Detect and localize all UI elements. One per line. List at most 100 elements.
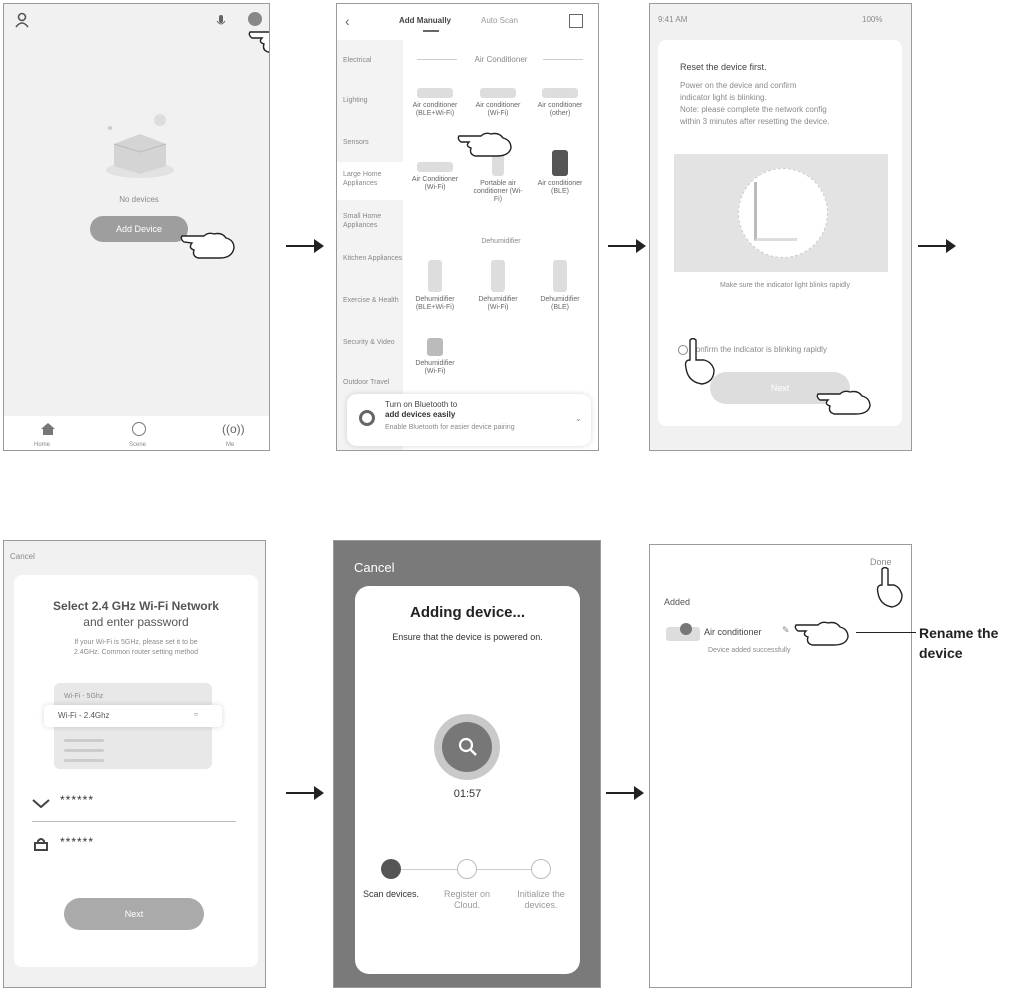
device-status: Device added successfully bbox=[708, 647, 791, 654]
illustration-caption: Make sure the indicator light blinks rap… bbox=[720, 282, 850, 289]
screen-home-empty: No devices Add Device Home Scene ((o)) M… bbox=[3, 3, 270, 451]
wifi-subtitle-2: 2.4GHz. Common router setting method bbox=[73, 649, 199, 656]
screen-device-added: Done Added Air conditioner ✎ Device adde… bbox=[649, 544, 912, 988]
user-icon[interactable] bbox=[14, 12, 30, 28]
empty-label: No devices bbox=[119, 195, 159, 204]
flow-arrow bbox=[918, 239, 956, 253]
microphone-icon[interactable] bbox=[216, 14, 226, 28]
section-title: Air Conditioner bbox=[474, 55, 528, 64]
divider bbox=[417, 59, 457, 60]
pointer-hand-icon bbox=[794, 615, 850, 654]
sidebar-item[interactable]: Electrical bbox=[343, 56, 403, 65]
bottom-nav: Home Scene ((o)) Me bbox=[4, 416, 269, 450]
back-icon[interactable]: ‹ bbox=[345, 13, 350, 29]
step-init-icon bbox=[531, 859, 551, 879]
password-field[interactable]: ****** bbox=[60, 835, 94, 849]
flow-arrow bbox=[286, 786, 324, 800]
device-name[interactable]: Air conditioner bbox=[704, 627, 762, 637]
wifi-icon bbox=[32, 795, 50, 813]
placeholder-line bbox=[64, 739, 104, 742]
cancel-link[interactable]: Cancel bbox=[10, 551, 35, 562]
scan-icon[interactable] bbox=[569, 14, 583, 28]
product-item[interactable]: Air conditioner (other) bbox=[535, 88, 585, 118]
pointer-hand-icon bbox=[680, 337, 720, 393]
sidebar-item[interactable]: Lighting bbox=[343, 96, 403, 105]
wifi-name-field[interactable]: ****** bbox=[60, 793, 94, 807]
flow-arrow bbox=[608, 239, 646, 253]
banner-title: Turn on Bluetooth to bbox=[385, 400, 458, 409]
sidebar-item[interactable]: Security & Video bbox=[343, 338, 403, 347]
product-item[interactable]: Air conditioner (BLE) bbox=[535, 150, 585, 196]
step-init-label: Initialize the devices. bbox=[517, 889, 565, 910]
instruction-body: Note: please complete the network config bbox=[680, 105, 827, 114]
product-item[interactable]: Dehumidifier (BLE) bbox=[535, 260, 585, 312]
step-scan-icon bbox=[381, 859, 401, 879]
home-icon[interactable] bbox=[40, 422, 56, 441]
scene-icon[interactable] bbox=[132, 422, 146, 436]
tab-add-manually[interactable]: Add Manually bbox=[399, 16, 451, 25]
add-device-button[interactable]: Add Device bbox=[90, 216, 188, 242]
bluetooth-banner[interactable]: Turn on Bluetooth to add devices easily … bbox=[347, 394, 591, 446]
instruction-body: within 3 minutes after resetting the dev… bbox=[680, 117, 830, 126]
wifi-title-2: and enter password bbox=[83, 615, 189, 629]
product-item[interactable]: Air conditioner (Wi-Fi) bbox=[473, 88, 523, 118]
section-title: Dehumidifier bbox=[481, 238, 521, 245]
nav-scene-label[interactable]: Scene bbox=[129, 440, 146, 450]
screen-reset-device: 9:41 AM 100% Reset the device first. Pow… bbox=[649, 3, 912, 451]
adding-subtitle: Ensure that the device is powered on. bbox=[392, 632, 543, 642]
gear-icon bbox=[680, 623, 692, 635]
sidebar-item[interactable]: Sensors bbox=[343, 138, 403, 147]
screen-add-manually: ‹ Add Manually Auto Scan Electrical Ligh… bbox=[336, 3, 599, 451]
annotation-label-2: device bbox=[919, 645, 963, 661]
annotation-label: Rename the bbox=[919, 625, 999, 641]
product-item[interactable]: Dehumidifier (Wi-Fi) bbox=[410, 338, 460, 376]
search-icon bbox=[457, 736, 479, 763]
status-battery: 100% bbox=[862, 15, 883, 24]
sidebar-item[interactable]: Outdoor Travel bbox=[343, 378, 403, 387]
status-time: 9:41 AM bbox=[658, 15, 688, 24]
gear-icon bbox=[359, 410, 375, 426]
chevron-down-icon[interactable]: ⌄ bbox=[575, 414, 582, 423]
cancel-link[interactable]: Cancel bbox=[354, 560, 394, 575]
tab-indicator bbox=[423, 30, 439, 32]
flow-arrow bbox=[286, 239, 324, 253]
added-heading: Added bbox=[664, 597, 691, 607]
instruction-body: indicator light is blinking. bbox=[680, 93, 767, 102]
pointer-hand-icon bbox=[872, 566, 908, 614]
next-button[interactable]: Next bbox=[64, 898, 204, 930]
tab-auto-scan[interactable]: Auto Scan bbox=[481, 16, 518, 25]
product-item[interactable]: Air conditioner (BLE+Wi-Fi) bbox=[410, 88, 460, 118]
sidebar-item[interactable]: Exercise & Health bbox=[343, 296, 403, 305]
step-cloud-label: Register on Cloud. bbox=[443, 889, 491, 910]
confirm-label[interactable]: Confirm the indicator is blinking rapidl… bbox=[690, 344, 900, 355]
empty-box-illustration bbox=[100, 112, 180, 187]
banner-title-2: add devices easily bbox=[385, 410, 456, 419]
wifi-signal-icon: ≈ bbox=[194, 710, 199, 719]
sidebar-item[interactable]: Kitchen Appliances bbox=[343, 254, 403, 263]
nav-home-label[interactable]: Home bbox=[34, 440, 50, 450]
device-illustration bbox=[674, 154, 888, 272]
instruction-title: Reset the device first. bbox=[680, 62, 767, 72]
sidebar-item[interactable]: Small Home Appliances bbox=[343, 212, 403, 230]
pointer-hand-icon bbox=[180, 226, 236, 267]
flow-arrow bbox=[606, 786, 644, 800]
placeholder-line bbox=[64, 749, 104, 752]
divider bbox=[543, 59, 583, 60]
adding-card: Adding device... Ensure that the device … bbox=[355, 586, 580, 974]
placeholder-line bbox=[64, 759, 104, 762]
product-item[interactable]: Dehumidifier (BLE+Wi-Fi) bbox=[410, 260, 460, 312]
wifi-option-24g: Wi-Fi - 2.4Ghz bbox=[58, 711, 110, 720]
step-scan-label: Scan devices. bbox=[362, 889, 420, 899]
divider bbox=[32, 821, 236, 822]
edit-icon[interactable]: ✎ bbox=[782, 625, 790, 636]
product-item[interactable]: Dehumidifier (Wi-Fi) bbox=[473, 260, 523, 312]
wifi-option-selected[interactable]: Wi-Fi - 2.4Ghz ≈ bbox=[44, 705, 222, 727]
me-icon[interactable]: ((o)) bbox=[222, 422, 245, 436]
nav-me-label[interactable]: Me bbox=[226, 440, 234, 450]
pointer-hand-icon bbox=[248, 22, 269, 61]
wifi-option-5g[interactable]: Wi-Fi - 5Ghz bbox=[64, 691, 103, 702]
banner-subtitle: Enable Bluetooth for easier device pairi… bbox=[385, 424, 515, 431]
product-item[interactable]: Air Conditioner (Wi-Fi) bbox=[410, 154, 460, 192]
sidebar-item[interactable]: Large Home Appliances bbox=[343, 170, 403, 188]
pointer-hand-icon bbox=[457, 126, 513, 165]
